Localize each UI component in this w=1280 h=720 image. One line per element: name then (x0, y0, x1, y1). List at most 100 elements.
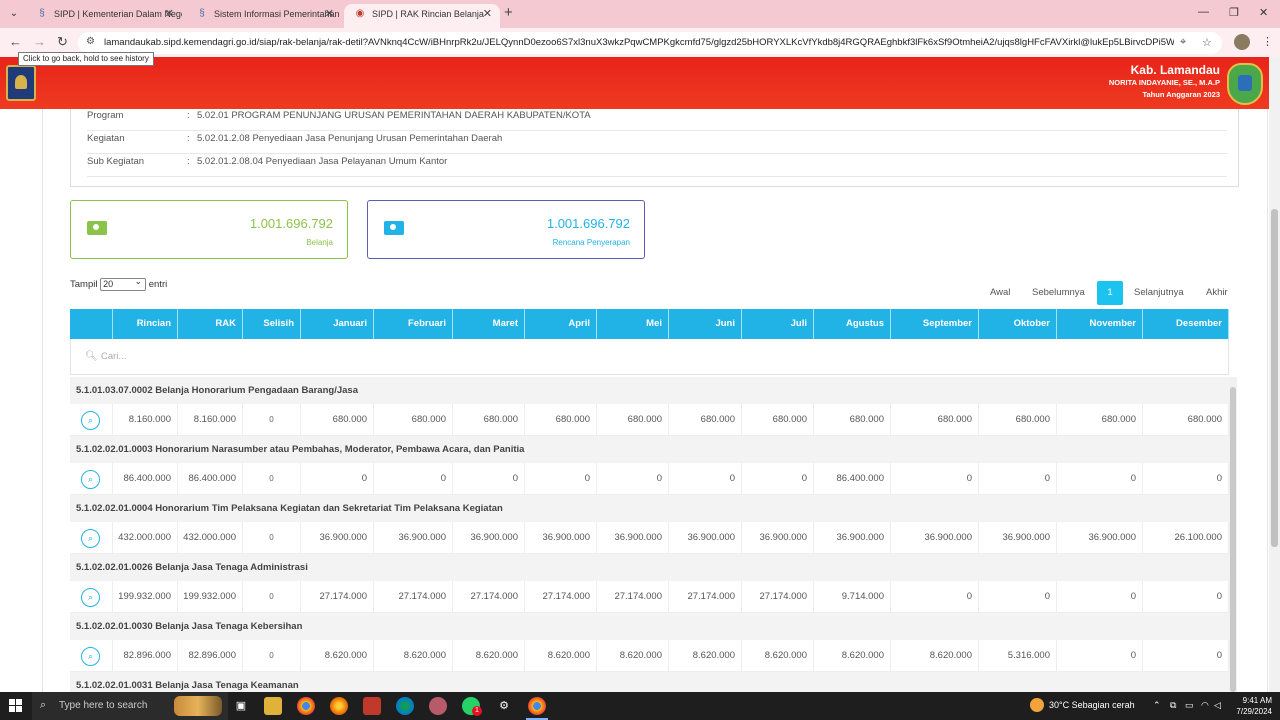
close-window-icon[interactable]: ✕ (1259, 6, 1268, 19)
action-cell (70, 463, 113, 495)
weather-text[interactable]: 30°C Sebagian cerah (1049, 700, 1135, 710)
browser-tab-1[interactable]: § SIPD | Kementerian Dalam Negeri ✕ (26, 4, 182, 28)
info-row-kegiatan: Kegiatan : 5.02.01.2.08 Penyediaan Jasa … (87, 132, 1227, 154)
info-value: 5.02.01 PROGRAM PENUNJANG URUSAN PEMERIN… (197, 110, 591, 121)
tray-battery-icon[interactable]: ▭ (1185, 700, 1194, 711)
column-header[interactable]: Februari (374, 309, 453, 339)
restore-icon[interactable]: ❐ (1229, 6, 1239, 19)
table-cell: 680.000 (1057, 404, 1143, 436)
column-header[interactable]: Mei (597, 309, 669, 339)
profile-avatar[interactable] (1234, 34, 1250, 50)
column-header[interactable]: September (891, 309, 979, 339)
page-size-select[interactable]: 20 (100, 276, 147, 291)
table-cell: 8.620.000 (669, 640, 742, 672)
table-cell: 680.000 (742, 404, 814, 436)
page-scroll-thumb[interactable] (1271, 209, 1278, 547)
action-cell (70, 404, 113, 436)
rencana-amount: 1.001.696.792 (546, 216, 630, 231)
edge-icon[interactable] (396, 697, 414, 715)
tab-title: SIPD | Kementerian Dalam Negeri (54, 9, 182, 19)
table-scroll-thumb[interactable] (1230, 387, 1236, 692)
table-cell: 36.900.000 (374, 522, 453, 554)
column-header[interactable]: Desember (1143, 309, 1229, 339)
table-cell: 8.620.000 (453, 640, 525, 672)
pager-current-page[interactable]: 1 (1097, 281, 1123, 305)
weather-icon[interactable] (1030, 698, 1044, 712)
table-cell: 432.000.000 (113, 522, 178, 554)
table-cell: 36.900.000 (453, 522, 525, 554)
column-header[interactable]: Oktober (979, 309, 1057, 339)
windows-start-icon[interactable] (9, 699, 23, 713)
chrome-active-icon[interactable] (528, 697, 546, 715)
table-cell: 26.100.000 (1143, 522, 1229, 554)
forward-arrow-icon[interactable]: → (33, 34, 46, 50)
tray-network-icon[interactable]: ⧉ (1170, 700, 1176, 711)
pdf-app-icon[interactable] (363, 697, 381, 715)
column-header[interactable]: Juli (742, 309, 814, 339)
group-header-row: 5.1.02.02.01.0003 Honorarium Narasumber … (70, 436, 1229, 463)
chrome-icon[interactable] (297, 697, 315, 715)
browser-tab-bar: ⌄ § SIPD | Kementerian Dalam Negeri ✕ § … (0, 0, 1280, 28)
taskbar-search[interactable]: ⌕ Type here to search (32, 692, 228, 720)
tab-close-icon[interactable]: ✕ (325, 4, 334, 24)
tab-search-icon[interactable]: ⌄ (6, 6, 22, 22)
address-bar: ← → ↻ ⚙ lamandaukab.sipd.kemendagri.go.i… (0, 28, 1280, 57)
browser-tab-2[interactable]: § Sistem Informasi Pemerintahan Daerah ✕ (186, 4, 342, 28)
column-header[interactable] (70, 309, 113, 339)
page-scrollbar[interactable] (1269, 57, 1280, 692)
column-header[interactable]: Selisih (243, 309, 301, 339)
table-cell: 0 (669, 463, 742, 495)
table-cell: 86.400.000 (178, 463, 243, 495)
tray-wifi-icon[interactable]: ◠ (1201, 700, 1209, 711)
table-cell: 82.896.000 (113, 640, 178, 672)
info-separator: : (187, 110, 190, 121)
browser-tab-3-active[interactable]: ◉ SIPD | RAK Rincian Belanja ✕ (344, 4, 500, 28)
settings-gear-icon[interactable]: ⚙ (495, 697, 513, 715)
minimize-icon[interactable]: — (1198, 6, 1209, 18)
taskbar-clock[interactable]: 9:41 AM 7/29/2024 (1228, 695, 1272, 717)
pager-first[interactable]: Awal (990, 281, 1010, 305)
pager-last[interactable]: Akhir (1206, 281, 1228, 305)
clock-date: 7/29/2024 (1236, 707, 1272, 716)
search-icon: 🔍︎ (85, 351, 98, 362)
file-explorer-icon[interactable] (264, 697, 282, 715)
bookmark-star-icon[interactable]: ☆ (1202, 36, 1212, 49)
table-cell: 82.896.000 (178, 640, 243, 672)
app-icon[interactable] (429, 697, 447, 715)
location-icon[interactable]: ⌖ (1180, 36, 1186, 49)
menu-kebab-icon[interactable]: ⋮ (1262, 35, 1273, 48)
pager-prev[interactable]: Sebelumnya (1032, 281, 1085, 305)
column-header[interactable]: RAK (178, 309, 243, 339)
column-header[interactable]: November (1057, 309, 1143, 339)
column-header[interactable]: April (525, 309, 597, 339)
tray-chevron-icon[interactable]: ⌃ (1153, 700, 1161, 711)
column-header[interactable]: Januari (301, 309, 374, 339)
table-cell: 86.400.000 (814, 463, 891, 495)
column-header[interactable]: Rincian (113, 309, 178, 339)
task-view-icon[interactable]: ▣ (232, 697, 250, 715)
table-cell: 8.160.000 (178, 404, 243, 436)
site-settings-icon[interactable]: ⚙ (86, 36, 95, 47)
table-cell: 0 (374, 463, 453, 495)
page-content: Program : 5.02.01 PROGRAM PENUNJANG URUS… (0, 109, 1280, 692)
tray-volume-icon[interactable]: ◁ (1214, 700, 1221, 711)
new-tab-plus-icon[interactable]: + (504, 5, 513, 21)
reload-icon[interactable]: ↻ (57, 34, 68, 50)
column-header[interactable]: Agustus (814, 309, 891, 339)
column-header[interactable]: Maret (453, 309, 525, 339)
table-cell: 680.000 (891, 404, 979, 436)
table-search[interactable]: 🔍︎ Cari... (70, 339, 1229, 375)
activity-info-box: Program : 5.02.01 PROGRAM PENUNJANG URUS… (70, 109, 1239, 187)
tab-close-icon[interactable]: ✕ (165, 4, 174, 24)
kemendagri-logo[interactable] (6, 65, 36, 101)
table-scrollbar[interactable] (1229, 377, 1237, 692)
search-input[interactable]: Cari... (101, 351, 126, 362)
firefox-icon[interactable] (330, 697, 348, 715)
belanja-label: Belanja (306, 238, 333, 247)
url-field[interactable]: ⚙ lamandaukab.sipd.kemendagri.go.id/siap… (78, 32, 1222, 54)
back-arrow-icon[interactable]: ← (9, 34, 22, 50)
pager-next[interactable]: Selanjutnya (1134, 281, 1184, 305)
column-header[interactable]: Juni (669, 309, 742, 339)
table-cell: 8.620.000 (301, 640, 374, 672)
tab-close-icon[interactable]: ✕ (483, 4, 492, 24)
